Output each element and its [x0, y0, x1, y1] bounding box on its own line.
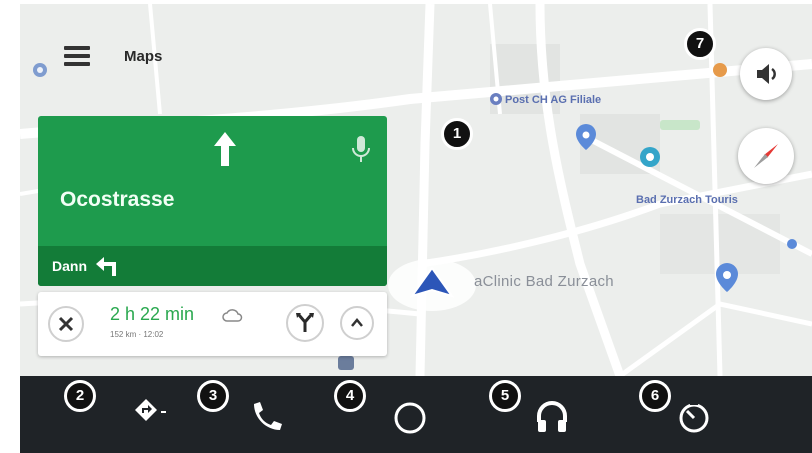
navigation-icon[interactable] [132, 396, 172, 436]
callout-3: 3 [197, 380, 229, 412]
eta-time: 2 h 22 min [110, 304, 195, 324]
next-instruction-label: Dann [52, 258, 87, 274]
tourism-pin-icon[interactable] [640, 147, 660, 167]
callout-4: 4 [334, 380, 366, 412]
chevron-up-icon [351, 318, 363, 327]
map-label-tourism: Bad Zurzach Touris [636, 194, 738, 206]
callout-7: 7 [684, 28, 716, 60]
phone-icon[interactable] [246, 398, 286, 438]
menu-icon[interactable] [64, 46, 90, 66]
post-office-pin-icon[interactable] [490, 93, 502, 105]
close-navigation-button[interactable] [48, 306, 84, 342]
app-title: Maps [124, 48, 163, 65]
dock-bar [20, 376, 812, 453]
callout-1: 1 [441, 118, 473, 150]
restaurant-pin-icon[interactable] [713, 63, 727, 77]
headphones-icon[interactable] [532, 396, 572, 436]
eta-details: 152 km · 12:02 [110, 330, 164, 339]
home-circle-icon[interactable] [390, 396, 430, 436]
callout-5: 5 [489, 380, 521, 412]
compass-button[interactable] [738, 128, 794, 184]
expand-button[interactable] [340, 306, 374, 340]
poi-marker-icon [338, 356, 354, 370]
microphone-icon[interactable] [352, 136, 370, 164]
arrow-straight-icon [214, 132, 236, 166]
street-name: Ocostrasse [60, 188, 175, 211]
compass-icon [754, 144, 778, 168]
callout-6: 6 [639, 380, 671, 412]
eta-card: 2 h 22 min 152 km · 12:02 [38, 292, 387, 356]
dashboard-icon[interactable] [674, 396, 714, 436]
turn-instruction-card[interactable]: Ocostrasse Dann [38, 116, 387, 286]
fork-route-icon [296, 313, 314, 332]
map-label-post: Post CH AG Filiale [505, 94, 602, 106]
turn-left-icon [96, 257, 116, 276]
map-label-clinic: aClinic Bad Zurzach [474, 273, 614, 290]
map-pin-icon[interactable] [33, 63, 47, 77]
callout-2: 2 [64, 380, 96, 412]
close-icon [58, 316, 74, 332]
next-instruction-bar: Dann [38, 246, 387, 286]
map-pin-icon[interactable] [787, 239, 797, 249]
volume-button[interactable] [740, 48, 792, 100]
car-display: Post CH AG Filiale Bad Zurzach Touris aC… [20, 4, 812, 453]
traffic-cloud-icon [222, 309, 243, 322]
volume-icon [757, 64, 776, 84]
route-options-button[interactable] [286, 304, 324, 342]
